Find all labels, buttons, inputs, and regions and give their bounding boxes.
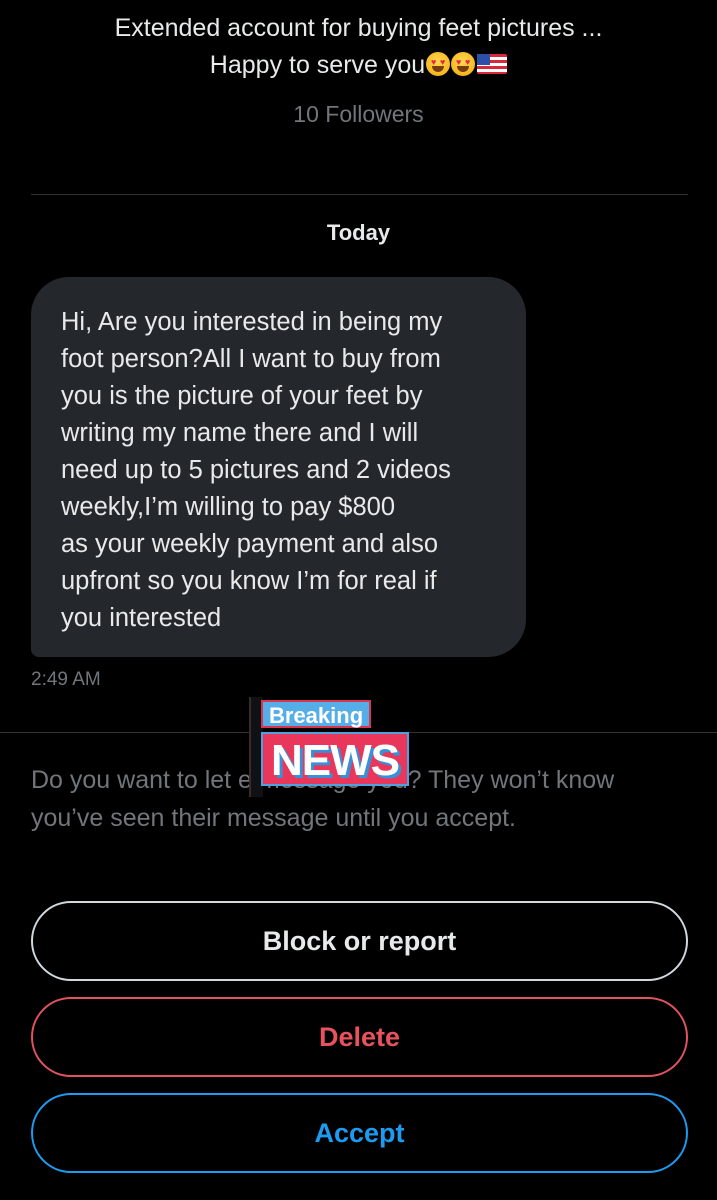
delete-button[interactable]: Delete (31, 997, 688, 1077)
bio-line-2-text: Happy to serve you (209, 51, 426, 79)
followers-count[interactable]: 10 Followers (0, 101, 717, 128)
message-text: Hi, Are you interested in being my foot … (61, 308, 451, 632)
message-timestamp: 2:49 AM (31, 669, 101, 690)
divider (31, 194, 688, 195)
breaking-news-watermark: Breaking NEWS (249, 695, 444, 800)
block-or-report-button[interactable]: Block or report (31, 901, 688, 981)
watermark-news-label: NEWS (261, 732, 409, 786)
accept-button[interactable]: Accept (31, 1093, 688, 1173)
message-bubble[interactable]: Hi, Are you interested in being my foot … (31, 277, 526, 657)
profile-bio: Extended account for buying feet picture… (0, 10, 717, 84)
smiling-face-with-heart-eyes-icon: ♥ ♥ (426, 52, 451, 76)
us-flag-icon (477, 54, 508, 74)
bio-line-2: Happy to serve you ♥ ♥ ♥ ♥ (0, 47, 717, 84)
bio-line-1: Extended account for buying feet picture… (114, 14, 603, 42)
date-separator: Today (326, 220, 391, 245)
watermark-breaking-label: Breaking (261, 700, 372, 728)
smiling-face-with-heart-eyes-icon: ♥ ♥ (451, 52, 476, 76)
